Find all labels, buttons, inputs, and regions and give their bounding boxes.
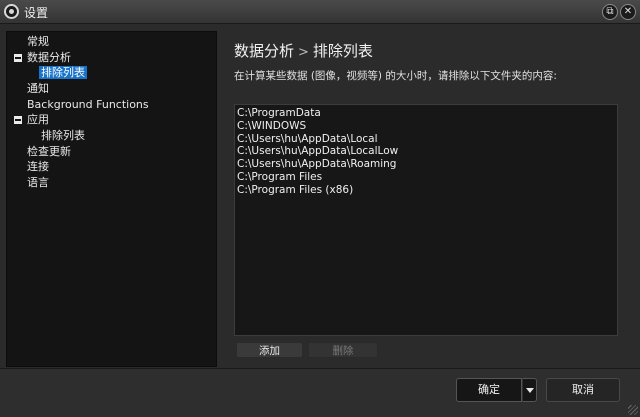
tree-item-notifications[interactable]: 通知 <box>27 82 49 96</box>
settings-tree: 常规 数据分析 排除列表 通知 Background Functions 应用 … <box>6 31 217 367</box>
list-item[interactable]: C:\Users\hu\AppData\Local <box>237 133 615 146</box>
breadcrumb-current: 排除列表 <box>312 42 373 60</box>
resize-grip-icon[interactable] <box>628 405 638 415</box>
window-title: 设置 <box>24 6 49 20</box>
delete-button[interactable]: 删除 <box>308 342 378 358</box>
collapse-icon[interactable] <box>14 116 22 124</box>
app-logo-icon <box>4 4 19 19</box>
list-item[interactable]: C:\WINDOWS <box>237 120 615 133</box>
tree-item-background-functions[interactable]: Background Functions <box>27 98 149 112</box>
title-bar: 设置 ⧉ ✕ <box>0 0 640 24</box>
restore-icon[interactable]: ⧉ <box>602 4 618 20</box>
tree-item-exclusion-list-apps[interactable]: 排除列表 <box>41 129 85 143</box>
tree-item-connection[interactable]: 连接 <box>27 160 49 174</box>
list-item[interactable]: C:\Program Files (x86) <box>237 184 615 197</box>
list-item[interactable]: C:\Users\hu\AppData\LocalLow <box>237 145 615 158</box>
tree-item-apps[interactable]: 应用 <box>27 113 49 127</box>
excluded-folders-list[interactable]: C:\ProgramData C:\WINDOWS C:\Users\hu\Ap… <box>234 104 618 336</box>
tree-item-data-analysis[interactable]: 数据分析 <box>27 51 71 65</box>
breadcrumb-parent: 数据分析 <box>234 42 295 60</box>
ok-button[interactable]: 确定 <box>456 378 522 402</box>
collapse-icon[interactable] <box>14 54 22 62</box>
list-item[interactable]: C:\Users\hu\AppData\Roaming <box>237 158 615 171</box>
chevron-down-icon[interactable] <box>522 378 537 402</box>
description-text: 在计算某些数据 (图像，视频等) 的大小时，请排除以下文件夹的内容: <box>234 70 557 82</box>
dialog-footer <box>0 368 640 417</box>
cancel-button[interactable]: 取消 <box>546 378 620 402</box>
list-item[interactable]: C:\ProgramData <box>237 107 615 120</box>
close-icon[interactable]: ✕ <box>620 4 636 20</box>
tree-item-general[interactable]: 常规 <box>27 35 49 49</box>
page-title: 数据分析 > 排除列表 <box>234 40 373 61</box>
list-item[interactable]: C:\Program Files <box>237 171 615 184</box>
tree-item-check-updates[interactable]: 检查更新 <box>27 145 71 159</box>
tree-item-language[interactable]: 语言 <box>27 176 49 190</box>
breadcrumb-separator: > <box>298 45 309 60</box>
add-button[interactable]: 添加 <box>236 342 303 358</box>
tree-item-exclusion-list-analysis[interactable]: 排除列表 <box>39 66 87 80</box>
